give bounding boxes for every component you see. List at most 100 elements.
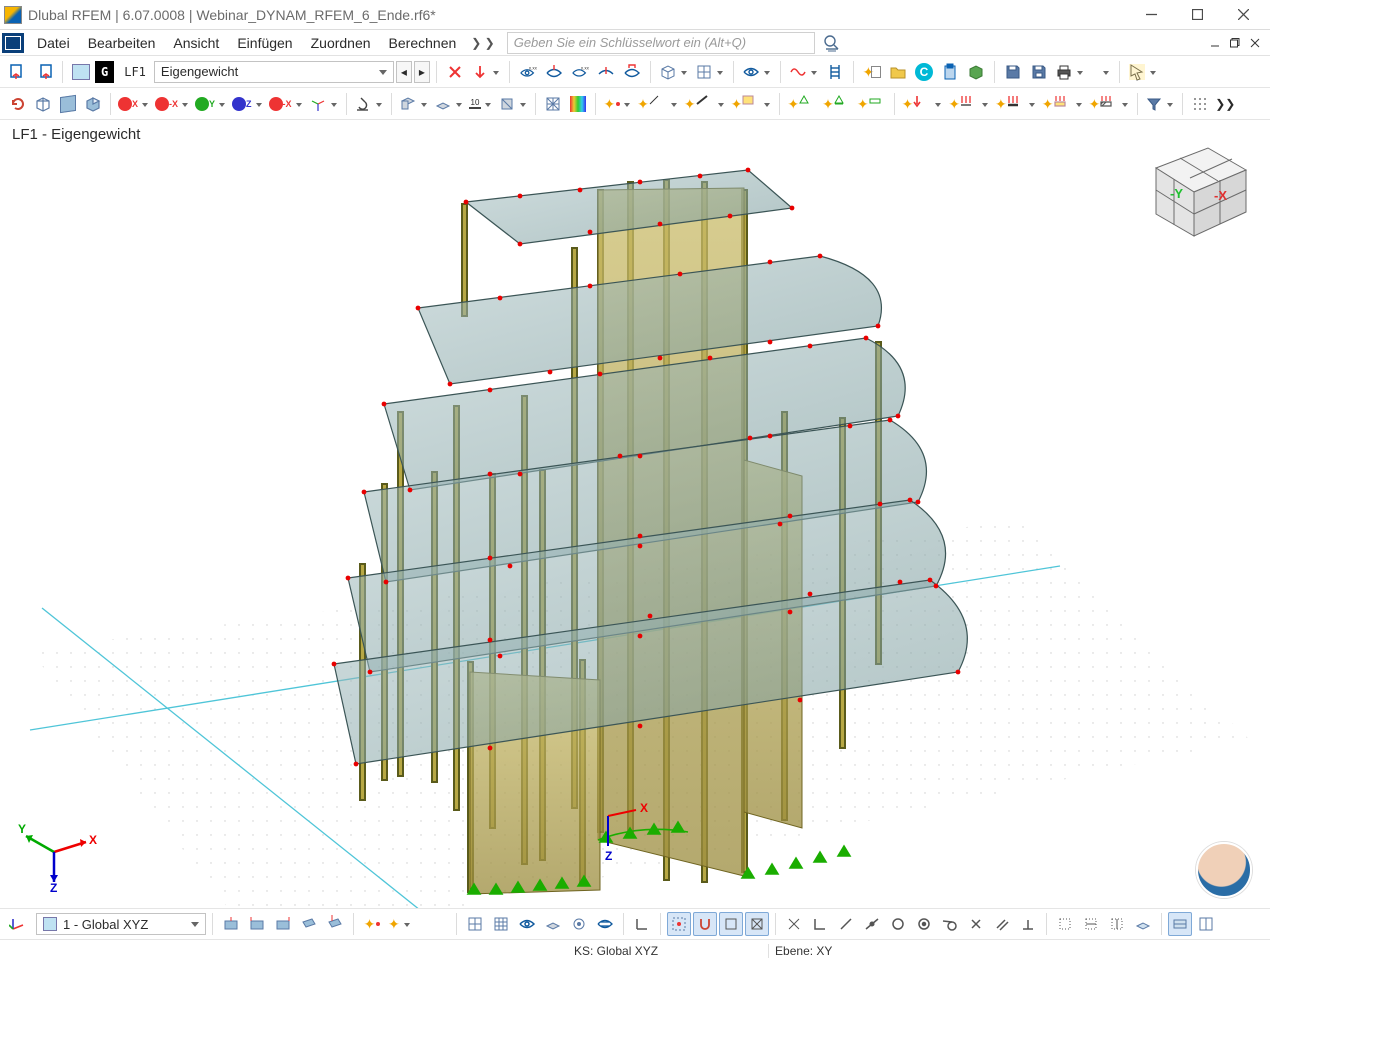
- snap-tangent-icon[interactable]: [938, 912, 962, 936]
- cloud-c-icon[interactable]: C: [912, 60, 936, 84]
- user-avatar[interactable]: [1196, 842, 1252, 898]
- view-3-icon[interactable]: [271, 912, 295, 936]
- axis-gizmo[interactable]: X Y Z: [18, 822, 98, 892]
- eye-col-icon[interactable]: [542, 60, 566, 84]
- loadcase-step-next[interactable]: ▸: [414, 61, 430, 83]
- split-h-toggle[interactable]: [1168, 912, 1192, 936]
- box-wire-icon[interactable]: [31, 92, 55, 116]
- menu-einfuegen[interactable]: Einfügen: [228, 32, 301, 54]
- angle-icon[interactable]: [630, 912, 654, 936]
- model-viewport[interactable]: LF1 - Eigengewicht: [0, 120, 1270, 908]
- axis-z-icon[interactable]: Z: [230, 92, 266, 116]
- snap-x-icon[interactable]: [964, 912, 988, 936]
- new-support-2[interactable]: ✦: [820, 92, 854, 116]
- view-2-icon[interactable]: [245, 912, 269, 936]
- new-load-hatch[interactable]: ✦: [1087, 92, 1133, 116]
- loadcase-step-prev[interactable]: ◂: [396, 61, 412, 83]
- section-icon[interactable]: [397, 92, 431, 116]
- box-t-icon[interactable]: [496, 92, 530, 116]
- orientation-cube[interactable]: -Y -X: [1136, 134, 1256, 244]
- box-shaded-icon[interactable]: [81, 92, 105, 116]
- grid-cube-icon[interactable]: [657, 60, 691, 84]
- close-button[interactable]: [1220, 0, 1266, 30]
- grid-plus-icon[interactable]: [489, 912, 513, 936]
- new-star-drop-icon[interactable]: ✦: [386, 912, 414, 936]
- cursor-yellow-icon[interactable]: [1126, 60, 1160, 84]
- snap-mid-icon[interactable]: [860, 912, 884, 936]
- view-5-icon[interactable]: [323, 912, 347, 936]
- new-support-3[interactable]: ✦: [855, 92, 889, 116]
- snap-cross-icon[interactable]: [782, 912, 806, 936]
- mesh-x-icon[interactable]: [541, 92, 565, 116]
- open-folder-icon[interactable]: [886, 60, 910, 84]
- snap-perp-icon[interactable]: [1016, 912, 1040, 936]
- delete-load-icon[interactable]: [443, 60, 467, 84]
- surface-toggle-icon[interactable]: [541, 912, 565, 936]
- split-v-icon[interactable]: [1194, 912, 1218, 936]
- plate-icon[interactable]: [432, 92, 466, 116]
- block-icon[interactable]: [964, 60, 988, 84]
- new-node-icon[interactable]: ✦: [601, 92, 634, 116]
- new-load-member[interactable]: ✦: [993, 92, 1039, 116]
- grid-small-icon[interactable]: [463, 912, 487, 936]
- new-load-node[interactable]: ✦: [900, 92, 946, 116]
- snap-box-toggle[interactable]: [719, 912, 743, 936]
- new-surface-icon[interactable]: ✦: [729, 92, 775, 116]
- axis-x-icon[interactable]: X: [116, 92, 152, 116]
- axis-negx-icon[interactable]: -X: [153, 92, 192, 116]
- axis-negx2-icon[interactable]: -X: [267, 92, 306, 116]
- eye-plain-icon[interactable]: [740, 60, 774, 84]
- mdi-restore[interactable]: [1226, 34, 1244, 52]
- minimize-button[interactable]: [1128, 0, 1174, 30]
- snap-rect-dots[interactable]: [1053, 912, 1077, 936]
- view-1-icon[interactable]: [219, 912, 243, 936]
- new-support-1[interactable]: ✦: [785, 92, 819, 116]
- quick-search[interactable]: Geben Sie ein Schlüsselwort ein (Alt+Q): [507, 32, 815, 54]
- loadcase-selector[interactable]: Eigengewicht: [154, 61, 394, 83]
- snap-edge-icon[interactable]: [834, 912, 858, 936]
- refresh-red-icon[interactable]: [6, 92, 30, 116]
- overflow-right-icon[interactable]: ❯❯: [1213, 92, 1237, 116]
- view-4-icon[interactable]: [297, 912, 321, 936]
- grid-icon[interactable]: [693, 60, 727, 84]
- menu-zuordnen[interactable]: Zuordnen: [302, 32, 380, 54]
- mdi-close[interactable]: [1246, 34, 1264, 52]
- mdi-minimize[interactable]: [1206, 34, 1224, 52]
- ruler-10-icon[interactable]: 10: [467, 92, 496, 116]
- color-swatch-icon[interactable]: [69, 60, 93, 84]
- snap-rect-v[interactable]: [1105, 912, 1129, 936]
- save-as-icon[interactable]: [1027, 60, 1051, 84]
- cs-icon[interactable]: [6, 912, 30, 936]
- box-solid-icon[interactable]: [56, 92, 80, 116]
- menu-datei[interactable]: Datei: [28, 32, 79, 54]
- eye-up-icon[interactable]: [594, 60, 618, 84]
- maximize-button[interactable]: [1174, 0, 1220, 30]
- menu-berechnen[interactable]: Berechnen: [380, 32, 466, 54]
- snap-parallel-icon[interactable]: [990, 912, 1014, 936]
- save-icon[interactable]: [1001, 60, 1025, 84]
- overflow-icon[interactable]: [1089, 60, 1113, 84]
- snap-rect-h[interactable]: [1079, 912, 1103, 936]
- snap-surface-icon[interactable]: [1131, 912, 1155, 936]
- advanced-search-icon[interactable]: [821, 34, 843, 52]
- eye-xxx-2[interactable]: x.xx: [568, 60, 592, 84]
- menu-logo-icon[interactable]: [2, 33, 24, 53]
- filter-icon[interactable]: [1143, 92, 1177, 116]
- snap-xbox-toggle[interactable]: [745, 912, 769, 936]
- new-star-icon[interactable]: ✦: [360, 912, 384, 936]
- load-arrow-down-icon[interactable]: [469, 60, 503, 84]
- snap-circle-icon[interactable]: [886, 912, 910, 936]
- new-load-line[interactable]: ✦: [946, 92, 992, 116]
- axis-iso-icon[interactable]: [307, 92, 341, 116]
- eye-xxx-1[interactable]: x.xx: [516, 60, 540, 84]
- wave-icon[interactable]: [787, 60, 821, 84]
- snap-toggle-icon[interactable]: [567, 912, 591, 936]
- new-line-icon[interactable]: ✦: [635, 92, 681, 116]
- new-member-icon[interactable]: ✦: [682, 92, 728, 116]
- snap-corner-icon[interactable]: [808, 912, 832, 936]
- mesh-color-icon[interactable]: [566, 92, 590, 116]
- menu-overflow[interactable]: ❯ ❯: [465, 33, 500, 53]
- snap-grid-toggle[interactable]: [667, 912, 691, 936]
- menu-ansicht[interactable]: Ansicht: [164, 32, 228, 54]
- microscope-icon[interactable]: [352, 92, 386, 116]
